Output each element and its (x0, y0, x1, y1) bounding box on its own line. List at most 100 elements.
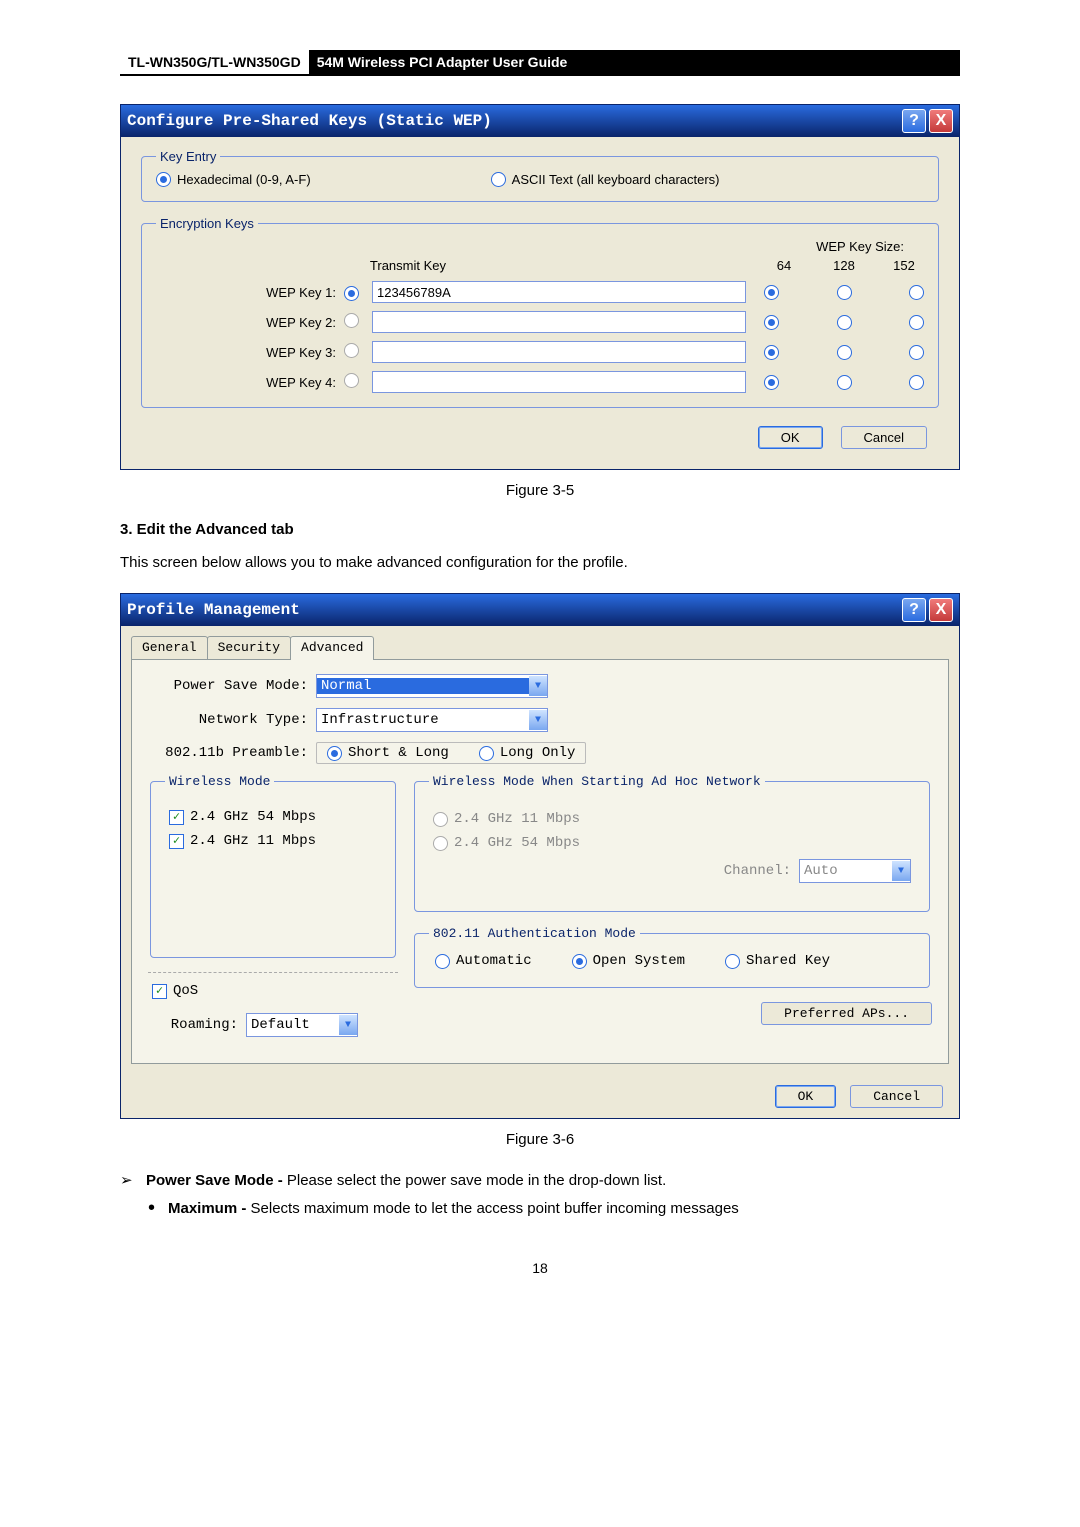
tab-advanced[interactable]: Advanced (290, 636, 374, 660)
bullet-psm: Power Save Mode - Please select the powe… (120, 1170, 960, 1220)
transmit-radio-4[interactable] (344, 373, 359, 388)
preamble-label: 802.11b Preamble: (148, 745, 316, 761)
chevron-down-icon: ▼ (892, 861, 910, 881)
radio-icon (725, 954, 740, 969)
chevron-down-icon: ▼ (529, 710, 547, 730)
close-icon[interactable]: X (929, 109, 953, 133)
psm-select[interactable]: Normal ▼ (316, 674, 548, 698)
nettype-select[interactable]: Infrastructure ▼ (316, 708, 548, 732)
checkbox-icon (169, 810, 184, 825)
transmit-key-label: Transmit Key (156, 258, 458, 273)
checkbox-icon (169, 834, 184, 849)
wireless-mode-group: Wireless Mode 2.4 GHz 54 Mbps 2.4 GHz 11… (150, 774, 396, 958)
wep-dialog: Configure Pre-Shared Keys (Static WEP) ?… (120, 104, 960, 470)
preamble-long-only[interactable]: Long Only (479, 745, 576, 761)
preferred-aps-button[interactable]: Preferred APs... (761, 1002, 932, 1025)
size-radio[interactable] (764, 345, 779, 360)
chevron-down-icon: ▼ (529, 676, 547, 696)
close-icon[interactable]: X (929, 598, 953, 622)
bullet-maximum: Maximum - Selects maximum mode to let th… (146, 1198, 960, 1220)
size-radio[interactable] (764, 315, 779, 330)
radio-icon (491, 172, 506, 187)
wep-row-4: WEP Key 4: (156, 371, 924, 393)
auth-open[interactable]: Open System (572, 953, 685, 969)
doc-header: TL-WN350G/TL-WN350GD 54M Wireless PCI Ad… (120, 50, 960, 76)
radio-icon (327, 746, 342, 761)
cancel-button[interactable]: Cancel (850, 1085, 943, 1108)
tab-security[interactable]: Security (207, 636, 291, 660)
roaming-label: Roaming: (148, 1017, 246, 1033)
adhoc-mode-group: Wireless Mode When Starting Ad Hoc Netwo… (414, 774, 930, 912)
wep-key-2-input[interactable] (372, 311, 746, 333)
cancel-button[interactable]: Cancel (841, 426, 927, 449)
auth-shared[interactable]: Shared Key (725, 953, 830, 969)
radio-icon (433, 836, 448, 851)
bullet-list: Power Save Mode - Please select the powe… (120, 1170, 960, 1220)
checkbox-icon (152, 984, 167, 999)
channel-label: Channel: (724, 863, 791, 879)
section-3-title: 3. Edit the Advanced tab (120, 521, 960, 538)
radio-icon (433, 812, 448, 827)
wep-titlebar[interactable]: Configure Pre-Shared Keys (Static WEP) ?… (121, 105, 959, 137)
doc-model: TL-WN350G/TL-WN350GD (120, 50, 309, 74)
section-3-para: This screen below allows you to make adv… (120, 552, 960, 573)
preamble-short-long[interactable]: Short & Long (327, 745, 449, 761)
size-radio[interactable] (837, 345, 852, 360)
roaming-select[interactable]: Default ▼ (246, 1013, 358, 1037)
wep-size-label: WEP Key Size: (156, 239, 924, 254)
psm-label: Power Save Mode: (148, 678, 316, 694)
size-radio[interactable] (909, 345, 924, 360)
profile-management-dialog: Profile Management ? X General Security … (120, 593, 960, 1119)
size-128: 128 (824, 258, 864, 273)
wep-row-2: WEP Key 2: (156, 311, 924, 333)
adhoc-11: 2.4 GHz 11 Mbps (433, 811, 911, 827)
radio-hex[interactable]: Hexadecimal (0-9, A-F) (156, 172, 311, 187)
wep-row-3: WEP Key 3: (156, 341, 924, 363)
radio-ascii[interactable]: ASCII Text (all keyboard characters) (491, 172, 720, 187)
auth-mode-group: 802.11 Authentication Mode Automatic Ope… (414, 926, 930, 988)
transmit-radio-1[interactable] (344, 286, 359, 301)
channel-select: Auto ▼ (799, 859, 911, 883)
radio-icon (435, 954, 450, 969)
size-64: 64 (764, 258, 804, 273)
wm-11[interactable]: 2.4 GHz 11 Mbps (169, 833, 377, 849)
adhoc-54: 2.4 GHz 54 Mbps (433, 835, 911, 851)
key-entry-group: Key Entry Hexadecimal (0-9, A-F) ASCII T… (141, 149, 939, 202)
pm-titlebar[interactable]: Profile Management ? X (121, 594, 959, 626)
encryption-keys-group: Encryption Keys WEP Key Size: Transmit K… (141, 216, 939, 408)
page-number: 18 (120, 1260, 960, 1276)
radio-icon (572, 954, 587, 969)
transmit-radio-3[interactable] (344, 343, 359, 358)
wep-title: Configure Pre-Shared Keys (Static WEP) (127, 112, 899, 130)
wep-key-3-input[interactable] (372, 341, 746, 363)
size-radio[interactable] (909, 375, 924, 390)
help-icon[interactable]: ? (902, 109, 926, 133)
size-radio[interactable] (837, 315, 852, 330)
size-radio[interactable] (837, 375, 852, 390)
doc-title: 54M Wireless PCI Adapter User Guide (309, 50, 960, 74)
tab-general[interactable]: General (131, 636, 208, 660)
size-radio[interactable] (837, 285, 852, 300)
radio-icon (156, 172, 171, 187)
ok-button[interactable]: OK (775, 1085, 837, 1108)
encryption-keys-legend: Encryption Keys (156, 216, 258, 231)
size-152: 152 (884, 258, 924, 273)
figure-3-5-caption: Figure 3-5 (120, 482, 960, 499)
key-entry-legend: Key Entry (156, 149, 220, 164)
wm-54[interactable]: 2.4 GHz 54 Mbps (169, 809, 377, 825)
radio-icon (479, 746, 494, 761)
help-icon[interactable]: ? (902, 598, 926, 622)
size-radio[interactable] (764, 375, 779, 390)
auth-auto[interactable]: Automatic (435, 953, 532, 969)
size-radio[interactable] (909, 285, 924, 300)
wep-key-1-input[interactable] (372, 281, 746, 303)
transmit-radio-2[interactable] (344, 313, 359, 328)
nettype-label: Network Type: (148, 712, 316, 728)
pm-title: Profile Management (127, 601, 899, 619)
qos-checkbox[interactable]: QoS (148, 972, 398, 1009)
ok-button[interactable]: OK (758, 426, 823, 449)
size-radio[interactable] (909, 315, 924, 330)
wep-key-4-input[interactable] (372, 371, 746, 393)
size-radio[interactable] (764, 285, 779, 300)
figure-3-6-caption: Figure 3-6 (120, 1131, 960, 1148)
